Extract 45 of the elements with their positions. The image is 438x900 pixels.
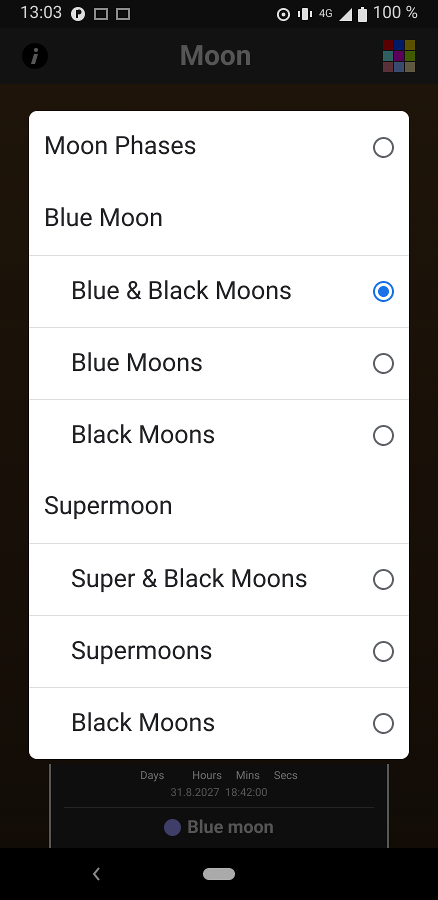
unit-label: Secs [274,768,298,784]
option-label: Black Moons [71,420,216,452]
unit-label: Days [140,768,164,784]
group-heading: Supermoon [44,491,173,524]
unit-label: Hours [192,768,222,784]
group-heading: Blue Moon [44,203,164,236]
option-label: Supermoons [71,636,213,668]
color-grid-icon[interactable] [382,40,416,72]
battery-level: 100 % [372,2,418,26]
moon-icon [164,819,182,836]
radio-button[interactable] [373,353,394,374]
date-text: 31.8.2027 18:42:00 [170,784,268,800]
app-icon [70,6,86,22]
radio-button[interactable] [373,713,394,734]
menu-option[interactable]: Super & Black Moons [29,543,409,615]
info-icon[interactable] [22,43,48,69]
option-label: Black Moons [71,708,216,740]
menu-option[interactable]: Black Moons [29,687,409,759]
network-type: 4G [318,6,333,22]
vibrate-icon [296,7,313,21]
menu-option[interactable]: Supermoons [29,615,409,687]
home-handle[interactable] [203,868,235,880]
back-icon[interactable] [92,867,101,881]
location-icon [276,6,291,22]
option-label: Moon Phases [44,131,197,164]
battery-icon [358,6,367,22]
radio-button[interactable] [373,569,394,590]
unit-label: Mins [236,768,260,784]
option-label: Super & Black Moons [71,564,308,596]
menu-option[interactable]: Black Moons [29,399,409,471]
radio-button[interactable] [373,425,394,446]
radio-button[interactable] [373,136,394,158]
event-title: Blue moon [187,816,274,840]
status-time: 13:03 [20,2,62,26]
option-label: Blue & Black Moons [71,276,292,308]
notification-icon [94,8,108,20]
menu-option[interactable]: Blue & Black Moons [29,255,409,327]
option-label: Blue Moons [71,348,203,380]
signal-icon [338,8,352,20]
radio-button[interactable] [373,641,394,662]
radio-button[interactable] [373,281,394,302]
notification-icon [116,8,130,20]
app-title: Moon [180,38,252,74]
menu-option[interactable]: Blue Moons [29,327,409,399]
menu-option[interactable]: Moon Phases [29,111,409,183]
